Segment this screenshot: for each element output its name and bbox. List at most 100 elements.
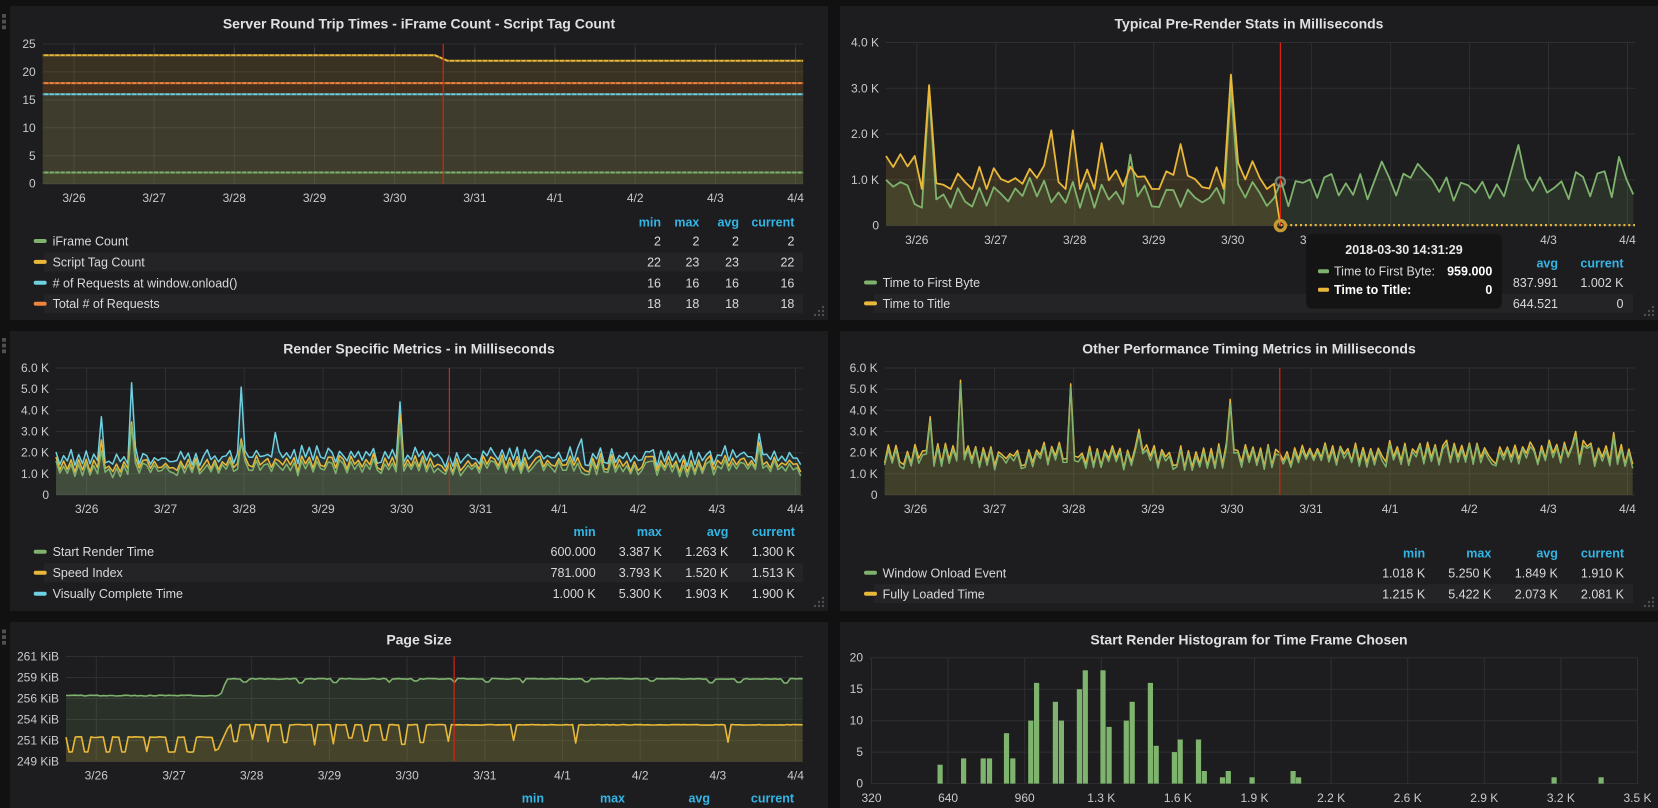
svg-text:3/31: 3/31 bbox=[469, 502, 493, 516]
svg-text:1.0 K: 1.0 K bbox=[850, 467, 878, 481]
svg-text:16: 16 bbox=[780, 276, 794, 290]
svg-text:1.520 K: 1.520 K bbox=[685, 566, 729, 580]
svg-text:current: current bbox=[1581, 546, 1625, 560]
svg-text:1.300 K: 1.300 K bbox=[752, 545, 796, 559]
svg-text:5.300 K: 5.300 K bbox=[619, 587, 663, 601]
svg-text:4.0 K: 4.0 K bbox=[850, 403, 878, 417]
svg-text:6.0 K: 6.0 K bbox=[850, 361, 878, 375]
svg-text:20: 20 bbox=[22, 65, 36, 79]
svg-text:0: 0 bbox=[871, 488, 878, 502]
svg-text:3/28: 3/28 bbox=[233, 502, 257, 516]
svg-text:251 KiB: 251 KiB bbox=[17, 734, 59, 748]
svg-text:4.0 K: 4.0 K bbox=[851, 36, 879, 50]
svg-text:15: 15 bbox=[850, 682, 864, 696]
svg-text:5: 5 bbox=[856, 745, 863, 759]
svg-text:Time to First Byte:: Time to First Byte: bbox=[1334, 265, 1435, 279]
svg-text:1.263 K: 1.263 K bbox=[685, 545, 729, 559]
svg-text:261 KiB: 261 KiB bbox=[17, 650, 59, 664]
svg-text:3.793 K: 3.793 K bbox=[619, 566, 663, 580]
svg-text:3/31: 3/31 bbox=[473, 769, 497, 783]
svg-text:3/29: 3/29 bbox=[1141, 502, 1165, 516]
svg-text:4/3: 4/3 bbox=[707, 191, 724, 205]
svg-text:Fully Loaded Time: Fully Loaded Time bbox=[883, 587, 985, 601]
svg-text:3/28: 3/28 bbox=[1063, 233, 1087, 247]
svg-text:3/29: 3/29 bbox=[1142, 233, 1166, 247]
svg-text:max: max bbox=[1466, 546, 1491, 560]
svg-text:5.0 K: 5.0 K bbox=[21, 382, 49, 396]
svg-text:3/26: 3/26 bbox=[62, 191, 86, 205]
svg-text:644.521: 644.521 bbox=[1513, 297, 1558, 311]
svg-text:2: 2 bbox=[654, 235, 661, 249]
svg-text:4/1: 4/1 bbox=[551, 502, 568, 516]
svg-text:Typical Pre-Render Stats in Mi: Typical Pre-Render Stats in Milliseconds bbox=[1115, 16, 1384, 32]
svg-text:1.018 K: 1.018 K bbox=[1382, 566, 1426, 580]
svg-text:4.0 K: 4.0 K bbox=[21, 403, 49, 417]
svg-text:1.903 K: 1.903 K bbox=[685, 587, 729, 601]
svg-text:2018-03-30 14:31:29: 2018-03-30 14:31:29 bbox=[1345, 243, 1462, 257]
svg-text:1.3 K: 1.3 K bbox=[1087, 791, 1115, 805]
svg-text:22: 22 bbox=[780, 255, 794, 269]
svg-text:0: 0 bbox=[1617, 297, 1624, 311]
svg-text:Time to Title:: Time to Title: bbox=[1334, 283, 1411, 297]
svg-text:3/31: 3/31 bbox=[463, 191, 487, 205]
svg-text:18: 18 bbox=[647, 297, 661, 311]
svg-text:10: 10 bbox=[22, 121, 36, 135]
svg-text:4/2: 4/2 bbox=[627, 191, 644, 205]
svg-text:4/4: 4/4 bbox=[1619, 502, 1636, 516]
svg-text:1.9 K: 1.9 K bbox=[1240, 791, 1268, 805]
svg-text:5: 5 bbox=[29, 149, 36, 163]
svg-text:16: 16 bbox=[725, 276, 739, 290]
svg-text:3/27: 3/27 bbox=[142, 191, 166, 205]
svg-text:3/29: 3/29 bbox=[318, 769, 342, 783]
svg-text:16: 16 bbox=[685, 276, 699, 290]
svg-text:23: 23 bbox=[685, 255, 699, 269]
svg-text:25: 25 bbox=[22, 37, 36, 51]
svg-text:Visually Complete Time: Visually Complete Time bbox=[53, 587, 183, 601]
svg-text:Start Render Histogram for Tim: Start Render Histogram for Time Frame Ch… bbox=[1090, 632, 1407, 648]
svg-text:4/1: 4/1 bbox=[1382, 502, 1399, 516]
svg-text:Time to Title: Time to Title bbox=[883, 297, 951, 311]
svg-text:18: 18 bbox=[685, 297, 699, 311]
svg-text:5.0 K: 5.0 K bbox=[850, 382, 878, 396]
svg-text:min: min bbox=[1403, 546, 1425, 560]
svg-text:3.0 K: 3.0 K bbox=[851, 81, 879, 95]
svg-text:3/26: 3/26 bbox=[85, 769, 109, 783]
svg-text:23: 23 bbox=[725, 255, 739, 269]
svg-text:3/28: 3/28 bbox=[240, 769, 264, 783]
svg-text:1.0 K: 1.0 K bbox=[21, 467, 49, 481]
svg-text:avg: avg bbox=[1536, 546, 1558, 560]
svg-text:3/26: 3/26 bbox=[904, 502, 928, 516]
svg-text:1.215 K: 1.215 K bbox=[1382, 587, 1426, 601]
svg-text:4/3: 4/3 bbox=[708, 502, 725, 516]
svg-text:22: 22 bbox=[647, 255, 661, 269]
svg-text:1.900 K: 1.900 K bbox=[752, 587, 796, 601]
svg-text:0: 0 bbox=[29, 177, 36, 191]
svg-text:254 KiB: 254 KiB bbox=[17, 713, 59, 727]
svg-text:6.0 K: 6.0 K bbox=[21, 361, 49, 375]
svg-text:1.513 K: 1.513 K bbox=[752, 566, 796, 580]
svg-text:249 KiB: 249 KiB bbox=[17, 755, 59, 769]
svg-text:259 KiB: 259 KiB bbox=[17, 671, 59, 685]
svg-text:2.6 K: 2.6 K bbox=[1394, 791, 1422, 805]
svg-text:1.910 K: 1.910 K bbox=[1581, 566, 1625, 580]
svg-text:10: 10 bbox=[850, 714, 864, 728]
svg-text:3/28: 3/28 bbox=[1062, 502, 1086, 516]
svg-text:3.5 K: 3.5 K bbox=[1623, 791, 1651, 805]
svg-text:max: max bbox=[674, 216, 699, 230]
svg-text:max: max bbox=[637, 525, 662, 539]
svg-text:1.000 K: 1.000 K bbox=[553, 587, 597, 601]
svg-text:16: 16 bbox=[647, 276, 661, 290]
svg-text:2: 2 bbox=[732, 235, 739, 249]
svg-text:3/30: 3/30 bbox=[1220, 502, 1244, 516]
svg-text:2.2 K: 2.2 K bbox=[1317, 791, 1345, 805]
svg-text:min: min bbox=[573, 525, 595, 539]
svg-text:avg: avg bbox=[1536, 257, 1558, 271]
svg-text:2: 2 bbox=[692, 235, 699, 249]
svg-text:min: min bbox=[522, 792, 544, 806]
svg-text:current: current bbox=[752, 525, 796, 539]
svg-text:4/3: 4/3 bbox=[710, 769, 727, 783]
svg-text:4/4: 4/4 bbox=[787, 769, 804, 783]
svg-text:avg: avg bbox=[707, 525, 729, 539]
svg-text:5.250 K: 5.250 K bbox=[1448, 566, 1492, 580]
svg-text:Other Performance Timing Metri: Other Performance Timing Metrics in Mill… bbox=[1082, 341, 1416, 357]
